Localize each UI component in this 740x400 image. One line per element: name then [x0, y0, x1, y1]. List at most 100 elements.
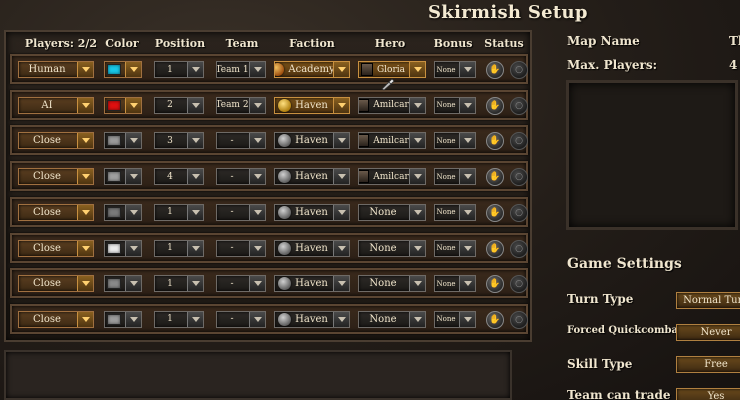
faction-dropdown[interactable]: Haven: [274, 275, 350, 293]
hero-portrait-icon: [359, 170, 370, 184]
bonus-dropdown[interactable]: None: [434, 96, 476, 114]
faction-dropdown[interactable]: Haven: [274, 239, 350, 257]
color-dropdown[interactable]: [104, 132, 142, 150]
team-value: -: [230, 207, 234, 218]
chevron-down-icon: [459, 240, 475, 256]
hero-dropdown[interactable]: Gloria: [358, 61, 426, 78]
skill-type-dropdown[interactable]: Free: [676, 356, 740, 373]
player-type-dropdown[interactable]: Close: [18, 203, 94, 221]
chevron-down-icon: [77, 311, 93, 327]
chevron-down-icon: [77, 276, 93, 292]
position-dropdown[interactable]: 1: [154, 203, 204, 221]
kick-player-button[interactable]: ✋: [486, 275, 504, 294]
faction-value: Haven: [295, 135, 328, 147]
team-dropdown[interactable]: Team 2: [216, 96, 266, 114]
player-type-dropdown[interactable]: Close: [18, 168, 94, 186]
color-dropdown[interactable]: [104, 275, 142, 293]
team-dropdown[interactable]: -: [216, 132, 266, 150]
color-dropdown[interactable]: [104, 203, 142, 221]
kick-player-button[interactable]: ✋: [486, 310, 504, 329]
color-dropdown[interactable]: [104, 61, 142, 78]
position-dropdown[interactable]: 1: [154, 310, 204, 328]
color-swatch: [107, 64, 121, 75]
ready-status-button[interactable]: ○: [510, 96, 528, 115]
bonus-dropdown[interactable]: None: [434, 275, 476, 293]
faction-value: Haven: [295, 171, 328, 183]
player-type-dropdown[interactable]: Close: [18, 132, 94, 150]
hero-dropdown[interactable]: Amilcar: [358, 168, 426, 186]
faction-dropdown[interactable]: Haven: [274, 132, 350, 150]
hero-value: Amilcar: [373, 100, 409, 111]
chevron-down-icon: [187, 169, 203, 185]
bonus-dropdown[interactable]: None: [434, 132, 476, 150]
ready-status-button[interactable]: ○: [510, 239, 528, 258]
ready-status-button[interactable]: ○: [510, 275, 528, 294]
faction-dropdown[interactable]: Haven: [274, 310, 350, 328]
player-type-dropdown[interactable]: AI: [18, 96, 94, 114]
hero-dropdown[interactable]: None: [358, 203, 426, 221]
team-dropdown[interactable]: -: [216, 239, 266, 257]
color-dropdown[interactable]: [104, 96, 142, 114]
chevron-down-icon: [333, 276, 349, 292]
ready-status-button[interactable]: ○: [510, 61, 528, 79]
color-dropdown[interactable]: [104, 239, 142, 257]
team-dropdown[interactable]: -: [216, 310, 266, 328]
color-dropdown[interactable]: [104, 168, 142, 186]
chevron-down-icon: [333, 311, 349, 327]
ready-status-button[interactable]: ○: [510, 310, 528, 329]
bonus-dropdown[interactable]: None: [434, 61, 476, 78]
position-dropdown[interactable]: 2: [154, 96, 204, 114]
team-can-trade-dropdown[interactable]: Yes: [676, 388, 740, 400]
kick-player-button[interactable]: ✋: [486, 61, 504, 79]
bonus-value: None: [436, 136, 456, 145]
team-can-trade-label: Team can trade: [567, 388, 671, 400]
team-dropdown[interactable]: Team 1: [216, 61, 266, 78]
forced-quickcombat-dropdown[interactable]: Never: [676, 324, 740, 341]
turn-type-value: Normal Turn: [683, 295, 740, 306]
kick-player-button[interactable]: ✋: [486, 96, 504, 115]
team-value: -: [230, 135, 234, 146]
faction-dropdown[interactable]: Haven: [274, 168, 350, 186]
team-dropdown[interactable]: -: [216, 275, 266, 293]
faction-dropdown[interactable]: Academy: [274, 61, 350, 78]
faction-value: Haven: [295, 313, 328, 325]
hero-dropdown[interactable]: None: [358, 275, 426, 293]
position-dropdown[interactable]: 3: [154, 132, 204, 150]
kick-player-button[interactable]: ✋: [486, 132, 504, 151]
kick-player-button[interactable]: ✋: [486, 168, 504, 187]
position-dropdown[interactable]: 1: [154, 275, 204, 293]
ready-status-button[interactable]: ○: [510, 203, 528, 222]
max-players-value: 4: [729, 58, 738, 72]
kick-player-button[interactable]: ✋: [486, 203, 504, 222]
ready-status-button[interactable]: ○: [510, 168, 528, 187]
position-dropdown[interactable]: 1: [154, 239, 204, 257]
game-settings-title: Game Settings: [567, 256, 682, 272]
faction-dropdown[interactable]: Haven: [274, 203, 350, 221]
position-dropdown[interactable]: 4: [154, 168, 204, 186]
bonus-dropdown[interactable]: None: [434, 203, 476, 221]
player-type-dropdown[interactable]: Close: [18, 275, 94, 293]
bonus-dropdown[interactable]: None: [434, 168, 476, 186]
hero-dropdown[interactable]: Amilcar: [358, 132, 426, 150]
chevron-down-icon: [409, 97, 425, 113]
player-type-dropdown[interactable]: Human: [18, 61, 94, 78]
chevron-down-icon: [77, 204, 93, 220]
position-dropdown[interactable]: 1: [154, 61, 204, 78]
color-swatch: [107, 313, 121, 325]
hero-dropdown[interactable]: None: [358, 310, 426, 328]
team-dropdown[interactable]: -: [216, 203, 266, 221]
bonus-dropdown[interactable]: None: [434, 239, 476, 257]
position-value: 1: [167, 278, 173, 289]
kick-player-button[interactable]: ✋: [486, 239, 504, 258]
faction-dropdown[interactable]: Haven: [274, 96, 350, 114]
player-type-dropdown[interactable]: Close: [18, 310, 94, 328]
team-dropdown[interactable]: -: [216, 168, 266, 186]
hero-dropdown[interactable]: None: [358, 239, 426, 257]
bonus-dropdown[interactable]: None: [434, 310, 476, 328]
turn-type-dropdown[interactable]: Normal Turn: [676, 292, 740, 309]
hero-dropdown[interactable]: Amilcar: [358, 96, 426, 114]
color-dropdown[interactable]: [104, 310, 142, 328]
ready-status-button[interactable]: ○: [510, 132, 528, 151]
chevron-down-icon: [187, 97, 203, 113]
player-type-dropdown[interactable]: Close: [18, 239, 94, 257]
